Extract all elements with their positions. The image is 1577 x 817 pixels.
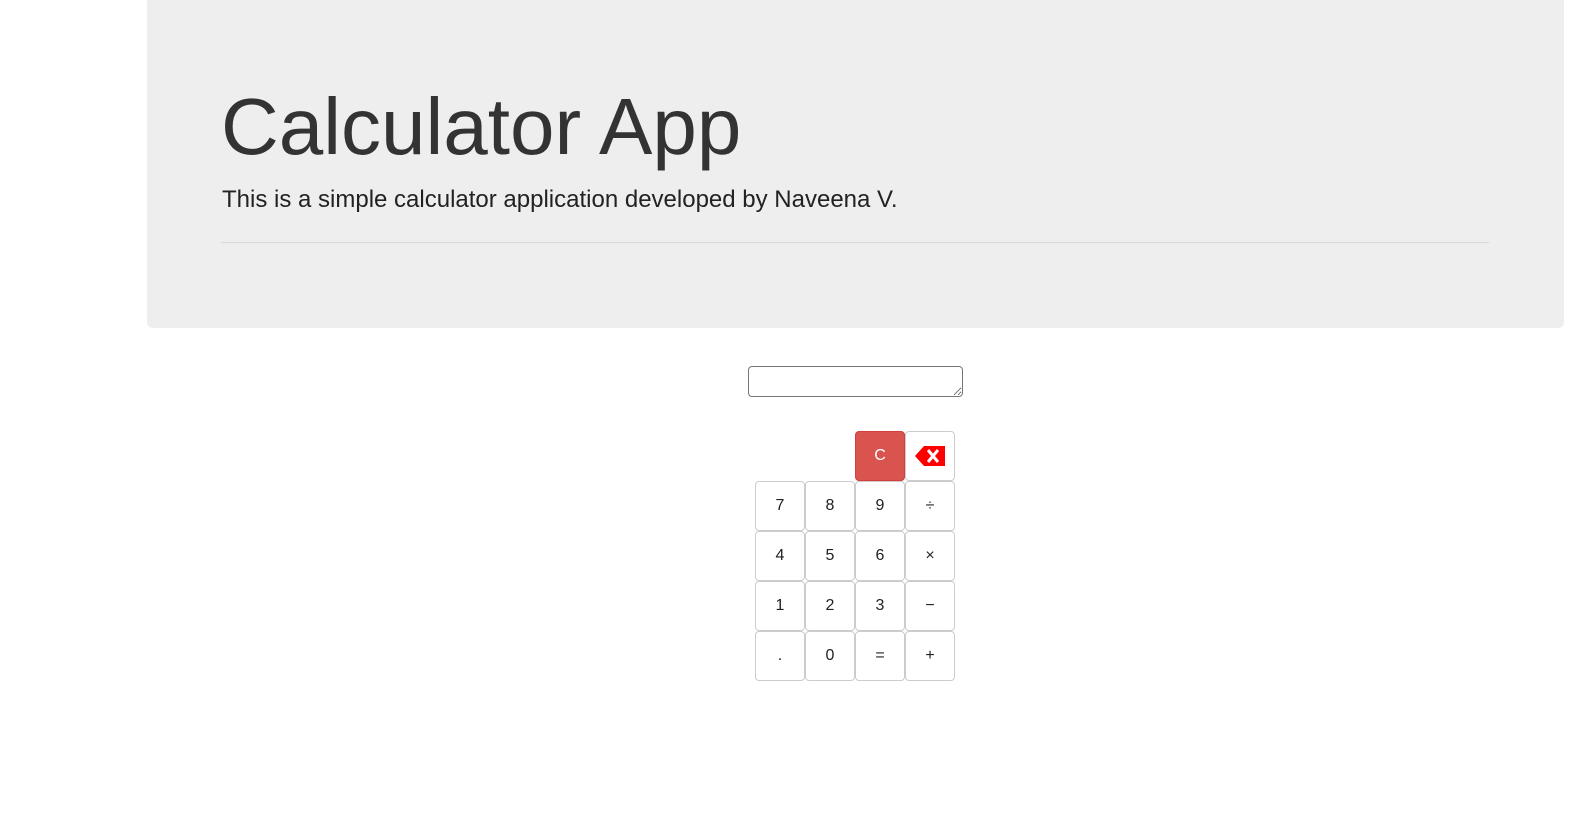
key-6[interactable]: 6 [855,531,905,581]
key-9[interactable]: 9 [855,481,905,531]
key-8[interactable]: 8 [805,481,855,531]
decimal-button[interactable]: . [755,631,805,681]
equals-button[interactable]: = [855,631,905,681]
backspace-icon [914,445,946,467]
header-jumbotron: Calculator App This is a simple calculat… [147,0,1564,328]
calculator-display[interactable] [748,366,963,397]
key-3[interactable]: 3 [855,581,905,631]
key-7[interactable]: 7 [755,481,805,531]
key-2[interactable]: 2 [805,581,855,631]
divide-button[interactable]: ÷ [905,481,955,531]
key-5[interactable]: 5 [805,531,855,581]
key-0[interactable]: 0 [805,631,855,681]
page-subtitle: This is a simple calculator application … [222,186,898,213]
add-button[interactable]: + [905,631,955,681]
subtract-button[interactable]: − [905,581,955,631]
header-divider [221,242,1489,243]
backspace-button[interactable] [905,431,955,481]
clear-button[interactable]: C [855,431,905,481]
multiply-button[interactable]: × [905,531,955,581]
page-title: Calculator App [221,82,742,171]
key-4[interactable]: 4 [755,531,805,581]
key-1[interactable]: 1 [755,581,805,631]
